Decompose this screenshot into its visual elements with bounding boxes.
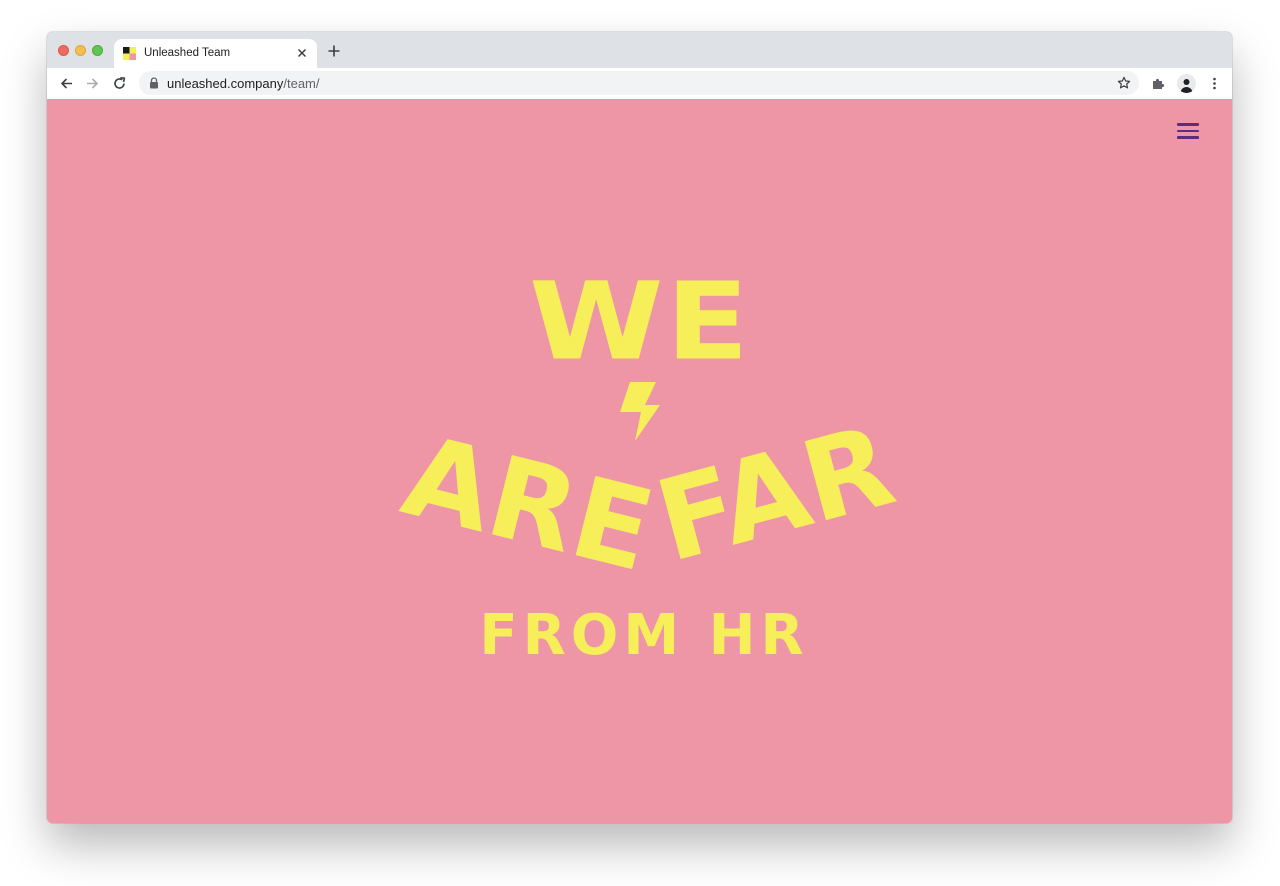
extensions-icon[interactable] bbox=[1151, 76, 1166, 91]
forward-arrow-icon[interactable] bbox=[85, 76, 100, 91]
browser-window: Unleashed Team unleashed.company/team/ W… bbox=[47, 32, 1232, 823]
avatar[interactable] bbox=[1177, 74, 1196, 93]
reload-icon[interactable] bbox=[112, 76, 127, 91]
url-path: /team/ bbox=[283, 76, 320, 91]
headline-from-hr: FROM HR bbox=[479, 603, 808, 668]
headline-far: FAR bbox=[644, 401, 906, 588]
more-icon[interactable] bbox=[1207, 76, 1222, 91]
headline-we: WE bbox=[529, 260, 751, 385]
lightning-bolt-icon bbox=[620, 382, 660, 441]
tab-strip: Unleashed Team bbox=[47, 32, 1232, 68]
hero-headline: WE ARE FAR FROM HR bbox=[391, 260, 906, 668]
star-icon[interactable] bbox=[1117, 76, 1131, 90]
headline-are: ARE bbox=[391, 411, 664, 597]
maximize-window-button[interactable] bbox=[92, 45, 103, 56]
back-arrow-icon[interactable] bbox=[59, 76, 74, 91]
page-content: WE ARE FAR FROM HR bbox=[47, 99, 1232, 823]
favicon-icon bbox=[123, 47, 136, 60]
profile-icon bbox=[1180, 79, 1193, 93]
close-icon[interactable] bbox=[295, 46, 309, 60]
browser-tab[interactable]: Unleashed Team bbox=[114, 39, 317, 68]
url-text: unleashed.company/team/ bbox=[167, 76, 319, 91]
browser-toolbar: unleashed.company/team/ bbox=[47, 68, 1232, 100]
url-host: unleashed.company bbox=[167, 76, 284, 91]
lock-icon bbox=[150, 77, 158, 89]
tab-title: Unleashed Team bbox=[144, 47, 231, 59]
address-bar[interactable]: unleashed.company/team/ bbox=[139, 71, 1139, 95]
close-window-button[interactable] bbox=[58, 45, 69, 56]
minimize-window-button[interactable] bbox=[75, 45, 86, 56]
plus-icon[interactable] bbox=[327, 44, 341, 58]
